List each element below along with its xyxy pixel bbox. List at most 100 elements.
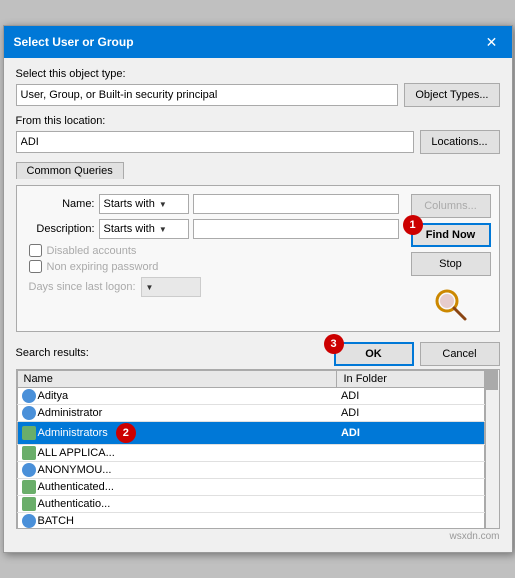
table-row[interactable]: Aditya ADI <box>17 388 484 405</box>
scrollbar-thumb[interactable] <box>486 370 498 390</box>
common-queries-tab[interactable]: Common Queries <box>16 162 124 179</box>
days-dropdown-arrow: ▼ <box>146 283 154 292</box>
table-header: Name In Folder <box>17 371 484 388</box>
name-cell: BATCH <box>17 513 337 529</box>
name-cell: Administrator <box>17 405 337 422</box>
queries-inner: Name: Starts with ▼ Description: Starts <box>25 194 399 323</box>
in-folder-column-header[interactable]: In Folder <box>337 371 484 388</box>
dialog-body: Select this object type: Object Types...… <box>4 58 512 552</box>
ok-button[interactable]: OK <box>334 342 414 366</box>
name-cell: ANONYMOU... <box>17 462 337 479</box>
select-user-dialog: Select User or Group ✕ Select this objec… <box>3 25 513 553</box>
locations-button[interactable]: Locations... <box>420 130 500 154</box>
non-expiring-row: Non expiring password <box>25 260 399 273</box>
description-query-input[interactable] <box>193 219 399 239</box>
location-label: From this location: <box>16 115 500 127</box>
stop-button[interactable]: Stop <box>411 252 491 276</box>
user-icon <box>22 514 36 528</box>
columns-button[interactable]: Columns... <box>411 194 491 218</box>
table-row[interactable]: BATCH <box>17 513 484 529</box>
find-now-button[interactable]: Find Now <box>411 223 491 247</box>
queries-with-buttons: Name: Starts with ▼ Description: Starts <box>25 194 491 323</box>
right-buttons: Columns... Find Now 1 Stop <box>403 194 491 323</box>
name-cell: Administrators 2 <box>17 422 337 445</box>
name-text: Administrator <box>38 407 103 419</box>
user-icon <box>22 463 36 477</box>
non-expiring-label: Non expiring password <box>47 261 159 273</box>
name-text: ANONYMOU... <box>38 464 112 476</box>
name-query-label: Name: <box>25 198 95 210</box>
close-button[interactable]: ✕ <box>482 32 502 52</box>
find-now-wrapper: Find Now 1 <box>411 223 491 247</box>
watermark: wsxdn.com <box>16 531 500 542</box>
folder-cell <box>337 513 484 529</box>
non-expiring-checkbox[interactable] <box>29 260 42 273</box>
name-text: ALL APPLICA... <box>38 447 115 459</box>
name-column-header[interactable]: Name <box>17 371 337 388</box>
badge-1: 1 <box>403 215 423 235</box>
title-bar: Select User or Group ✕ <box>4 26 512 58</box>
search-results-label: Search results: <box>16 347 89 359</box>
group-icon <box>22 480 36 494</box>
badge-2: 2 <box>116 423 136 443</box>
folder-cell <box>337 496 484 513</box>
search-icon-area <box>411 287 491 323</box>
folder-cell: ADI <box>337 388 484 405</box>
name-cell: Authenticatio... <box>17 496 337 513</box>
cancel-button[interactable]: Cancel <box>420 342 500 366</box>
folder-cell: ADI <box>337 405 484 422</box>
table-row[interactable]: Authenticated... <box>17 479 484 496</box>
search-magnify-icon <box>433 287 469 323</box>
name-cell: Authenticated... <box>17 479 337 496</box>
object-type-row: Object Types... <box>16 83 500 107</box>
location-input[interactable] <box>16 131 414 153</box>
name-query-input[interactable] <box>193 194 399 214</box>
badge-3: 3 <box>324 334 344 354</box>
name-text: Authenticatio... <box>38 498 111 510</box>
table-row[interactable]: Administrators 2 ADI <box>17 422 484 445</box>
folder-cell <box>337 462 484 479</box>
name-text: Aditya <box>38 390 69 402</box>
bottom-action-buttons-row: 3 OK Cancel <box>334 342 500 366</box>
results-table: Name In Folder Aditya ADI Administrator ADI… <box>17 370 485 528</box>
ok-badge-wrapper: 3 OK <box>334 342 414 366</box>
scrollbar[interactable] <box>485 370 499 528</box>
object-type-input[interactable] <box>16 84 399 106</box>
table-inner: Name In Folder Aditya ADI Administrator ADI… <box>17 370 485 528</box>
group-icon <box>22 446 36 460</box>
name-starts-with-text: Starts with <box>104 198 155 210</box>
name-text: BATCH <box>38 515 74 527</box>
name-dropdown-arrow: ▼ <box>159 200 167 209</box>
results-table-container: Name In Folder Aditya ADI Administrator ADI… <box>16 369 500 529</box>
name-query-row: Name: Starts with ▼ <box>25 194 399 214</box>
description-starts-with-text: Starts with <box>104 223 155 235</box>
object-type-label: Select this object type: <box>16 68 500 80</box>
description-starts-with-dropdown[interactable]: Starts with ▼ <box>99 219 189 239</box>
days-label: Days since last logon: <box>29 281 136 293</box>
table-row[interactable]: Authenticatio... <box>17 496 484 513</box>
name-cell: Aditya <box>17 388 337 405</box>
common-queries-box: Name: Starts with ▼ Description: Starts <box>16 185 500 332</box>
object-types-button[interactable]: Object Types... <box>404 83 499 107</box>
name-starts-with-dropdown[interactable]: Starts with ▼ <box>99 194 189 214</box>
table-row[interactable]: ANONYMOU... <box>17 462 484 479</box>
user-icon <box>22 389 36 403</box>
description-query-row: Description: Starts with ▼ <box>25 219 399 239</box>
days-dropdown[interactable]: ▼ <box>141 277 201 297</box>
results-tbody: Aditya ADI Administrator ADI Administrators 2… <box>17 388 484 529</box>
name-cell: ALL APPLICA... <box>17 445 337 462</box>
description-dropdown-arrow: ▼ <box>159 225 167 234</box>
table-row[interactable]: ALL APPLICA... <box>17 445 484 462</box>
group-icon <box>22 426 36 440</box>
disabled-accounts-checkbox[interactable] <box>29 244 42 257</box>
table-row[interactable]: Administrator ADI <box>17 405 484 422</box>
group-icon <box>22 497 36 511</box>
description-query-label: Description: <box>25 223 95 235</box>
name-text: Administrators <box>38 427 108 439</box>
folder-cell <box>337 445 484 462</box>
location-row: Locations... <box>16 130 500 154</box>
user-icon <box>22 406 36 420</box>
folder-cell <box>337 479 484 496</box>
disabled-accounts-label: Disabled accounts <box>47 245 137 257</box>
folder-cell: ADI <box>337 422 484 445</box>
